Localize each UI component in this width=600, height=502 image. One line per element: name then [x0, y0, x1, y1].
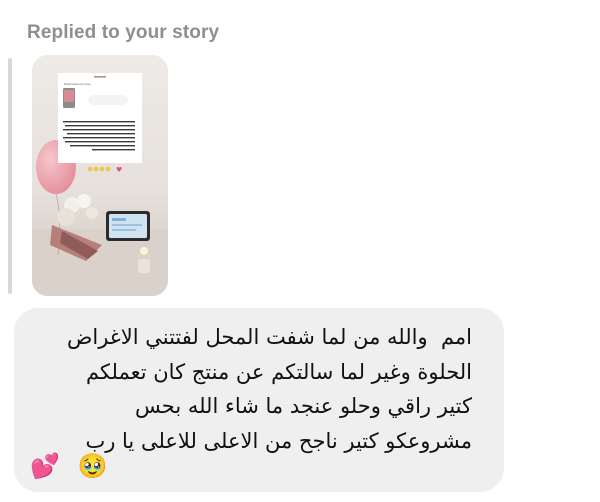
screenshot-title: Rainbowfrenzy.store	[64, 82, 91, 86]
candle-light	[140, 247, 148, 255]
holding-back-tears-emoji-icon: 🥹	[77, 452, 108, 480]
tablet-device	[106, 211, 150, 241]
reply-indicator-bar	[8, 58, 12, 294]
reply-header: Replied to your story	[27, 22, 220, 43]
candle-jar	[138, 259, 150, 273]
screenshot-card: Rainbowfrenzy.store ♥	[58, 73, 142, 174]
message-text: امم والله من لما شفت المحل لفتتني الاغرا…	[66, 325, 472, 453]
emoji-row: 💕 🥹	[30, 448, 107, 482]
screenshot-heart: ♥	[116, 166, 122, 174]
message-bubble[interactable]: امم والله من لما شفت المحل لفتتني الاغرا…	[14, 308, 504, 492]
two-hearts-emoji-icon: 💕	[30, 452, 60, 480]
story-thumbnail[interactable]: Rainbowfrenzy.store ♥	[32, 55, 168, 296]
